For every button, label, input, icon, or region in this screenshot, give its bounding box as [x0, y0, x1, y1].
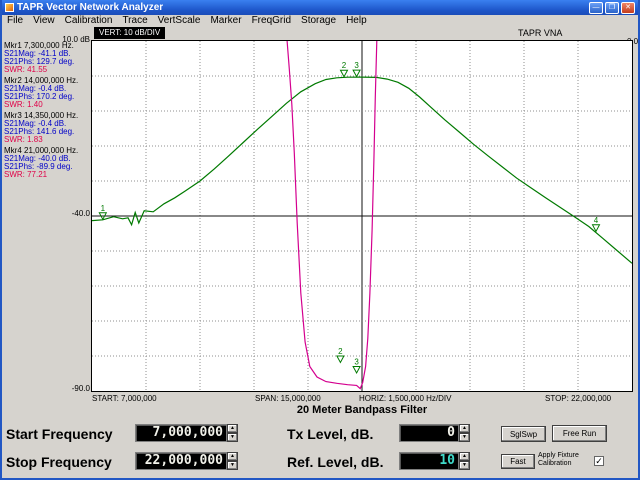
spin-down-icon[interactable]: ▼	[227, 461, 238, 470]
span-scale-label: SPAN: 15,000,000	[255, 394, 321, 403]
menu-trace[interactable]: Trace	[117, 15, 152, 27]
stop-scale-label: STOP: 22,000,000	[545, 394, 611, 403]
app-icon	[5, 3, 14, 12]
marker2-readout: Mkr2 14,000,000 Hz. S21Mag: -0.4 dB. S21…	[4, 77, 92, 109]
svg-text:3: 3	[354, 61, 359, 70]
marker4-readout: Mkr4 21,000,000 Hz. S21Mag: -40.0 dB. S2…	[4, 147, 92, 179]
close-icon[interactable]: ✕	[621, 2, 635, 14]
stop-frequency-display[interactable]: 22,000,000	[135, 452, 227, 470]
plot-area: 123423	[91, 40, 633, 392]
menu-vertscale[interactable]: VertScale	[153, 15, 206, 27]
start-frequency-spinner: ▲ ▼	[227, 424, 238, 442]
plot-canvas: 123423	[92, 41, 632, 391]
y-axis-bottom-label: -90.0	[58, 384, 90, 393]
maximize-icon[interactable]: ❐	[605, 2, 619, 14]
spin-up-icon[interactable]: ▲	[227, 424, 238, 433]
apply-fixture-label-line2: Calibration	[538, 460, 592, 468]
apply-fixture-label: Apply Fixture Calibration	[538, 452, 592, 468]
menubar: File View Calibration Trace VertScale Ma…	[2, 15, 638, 27]
y-axis-mid-label: -40.0	[58, 209, 90, 218]
titlebar[interactable]: TAPR Vector Network Analyzer — ❐ ✕	[2, 0, 638, 15]
ref-level-display[interactable]: 10	[399, 452, 459, 470]
window-controls: — ❐ ✕	[589, 2, 635, 14]
plot-title: 20 Meter Bandpass Filter	[91, 404, 633, 416]
spin-up-icon[interactable]: ▲	[227, 452, 238, 461]
marker3-readout: Mkr3 14,350,000 Hz. S21Mag: -0.4 dB. S21…	[4, 112, 92, 144]
tx-level-display[interactable]: 0	[399, 424, 459, 442]
svg-text:2: 2	[338, 347, 343, 356]
brand-label: TAPR VNA	[518, 28, 562, 38]
free-run-button[interactable]: Free Run	[552, 425, 607, 442]
marker3-swr: SWR: 1.83	[4, 136, 92, 144]
menu-file[interactable]: File	[2, 15, 28, 27]
start-scale-label: START: 7,000,000	[92, 394, 157, 403]
marker4-swr: SWR: 77.21	[4, 171, 92, 179]
svg-text:2: 2	[342, 61, 347, 70]
spin-down-icon[interactable]: ▼	[459, 461, 470, 470]
tx-level-label: Tx Level, dB.	[287, 426, 373, 442]
stop-frequency-label: Stop Frequency	[6, 454, 112, 470]
spin-up-icon[interactable]: ▲	[459, 452, 470, 461]
vert-scale-display: VERT: 10 dB/DIV	[94, 27, 165, 39]
spin-down-icon[interactable]: ▼	[459, 433, 470, 442]
start-frequency-display[interactable]: 7,000,000	[135, 424, 227, 442]
marker1-readout: Mkr1 7,300,000 Hz. S21Mag: -41.1 dB. S21…	[4, 42, 92, 74]
app-window: TAPR Vector Network Analyzer — ❐ ✕ File …	[0, 0, 640, 480]
spin-down-icon[interactable]: ▼	[227, 433, 238, 442]
ref-level-label: Ref. Level, dB.	[287, 454, 383, 470]
apply-fixture-checkbox[interactable]: ✓	[594, 456, 604, 466]
y-axis-top-label: 10.0 dB	[48, 35, 90, 44]
marker1-swr: SWR: 41.55	[4, 66, 92, 74]
start-frequency-label: Start Frequency	[6, 426, 113, 442]
minimize-icon[interactable]: —	[589, 2, 603, 14]
single-sweep-button[interactable]: SglSwp	[501, 426, 546, 442]
window-title: TAPR Vector Network Analyzer	[17, 2, 589, 13]
menu-storage[interactable]: Storage	[296, 15, 341, 27]
spin-up-icon[interactable]: ▲	[459, 424, 470, 433]
marker-readout-panel: Mkr1 7,300,000 Hz. S21Mag: -41.1 dB. S21…	[4, 42, 92, 182]
horiz-scale-label: HORIZ: 1,500,000 Hz/DIV	[359, 394, 451, 403]
fast-button[interactable]: Fast	[501, 454, 535, 469]
stop-frequency-spinner: ▲ ▼	[227, 452, 238, 470]
menu-help[interactable]: Help	[341, 15, 372, 27]
svg-text:4: 4	[594, 216, 599, 225]
svg-text:3: 3	[354, 358, 359, 367]
menu-freqgrid[interactable]: FreqGrid	[247, 15, 296, 27]
svg-text:1: 1	[101, 204, 106, 213]
menu-calibration[interactable]: Calibration	[60, 15, 118, 27]
ref-level-spinner: ▲ ▼	[459, 452, 470, 470]
check-icon: ✓	[595, 456, 603, 466]
apply-fixture-label-line1: Apply Fixture	[538, 452, 592, 460]
tx-level-spinner: ▲ ▼	[459, 424, 470, 442]
marker2-swr: SWR: 1.40	[4, 101, 92, 109]
menu-marker[interactable]: Marker	[205, 15, 246, 27]
menu-view[interactable]: View	[28, 15, 60, 27]
